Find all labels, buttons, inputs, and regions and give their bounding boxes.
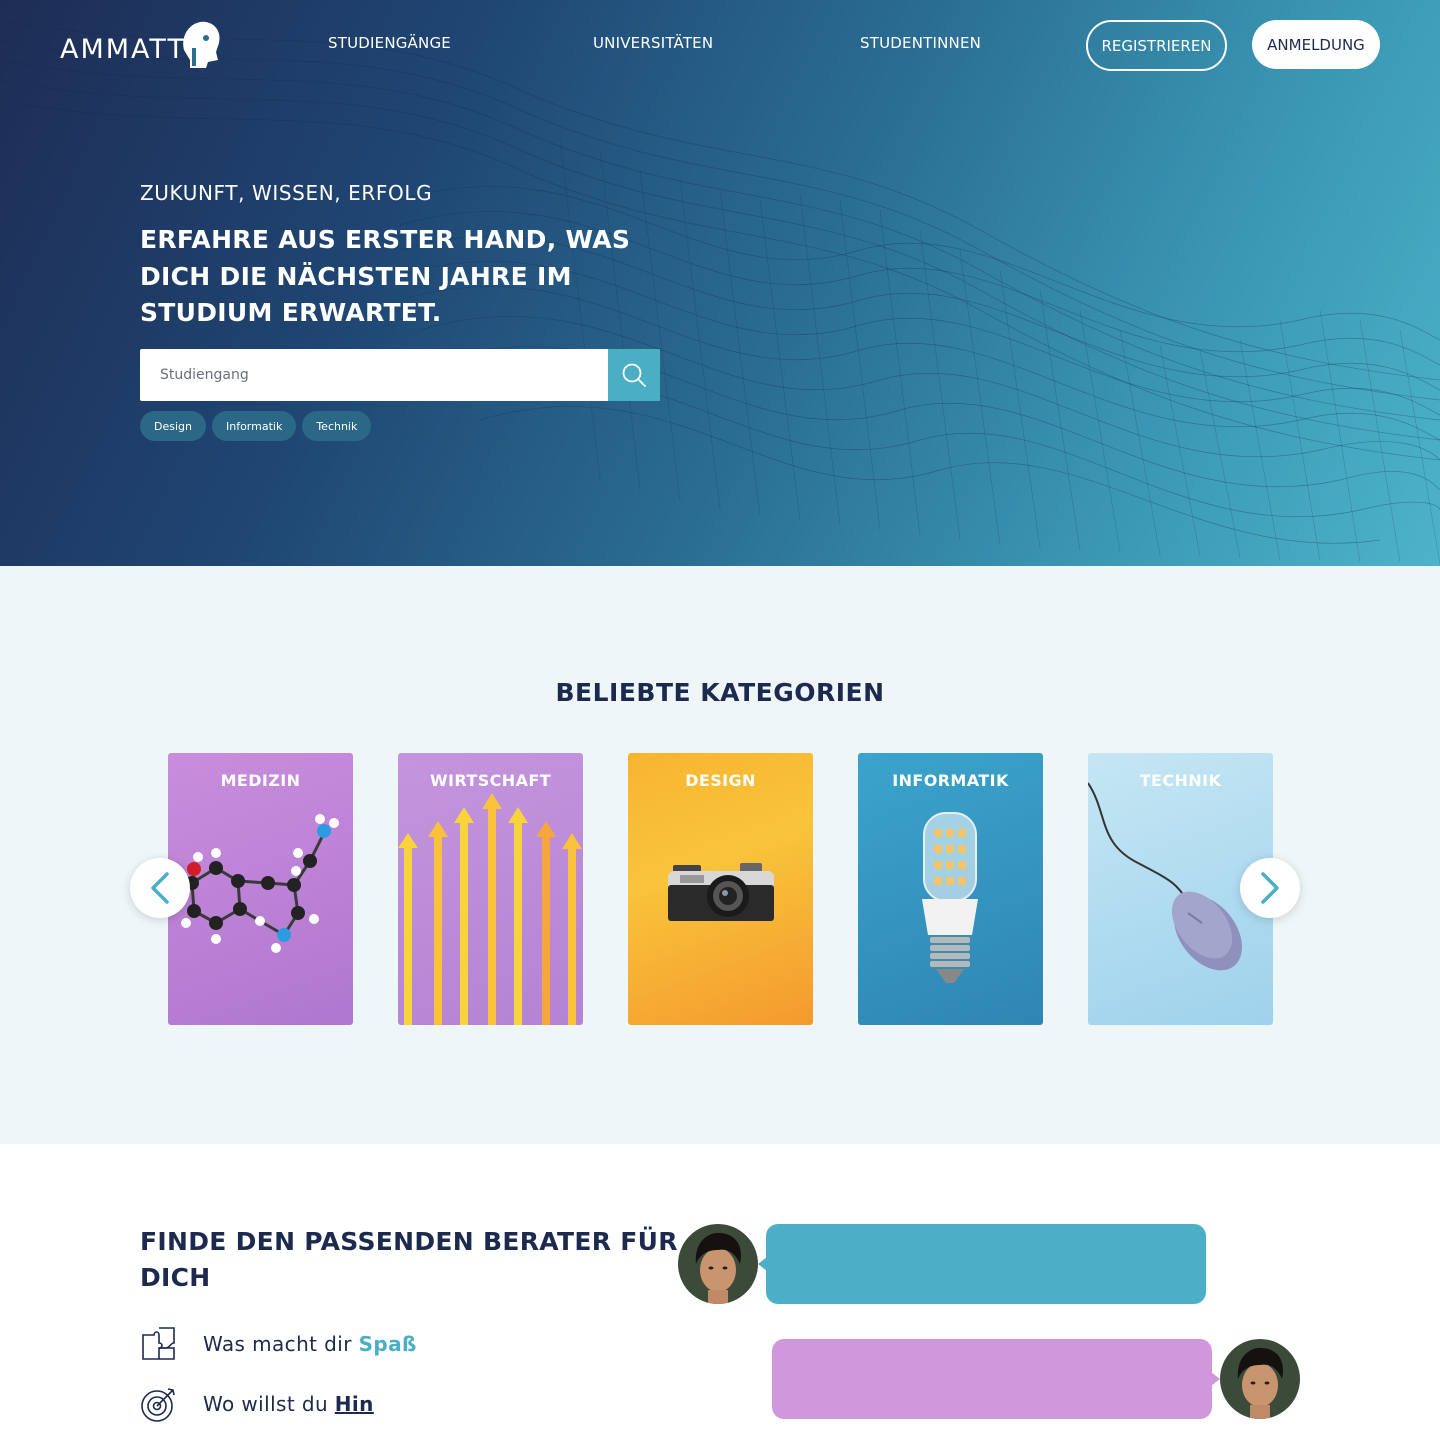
tag-technik[interactable]: Technik xyxy=(302,411,372,441)
feature-prefix: Was macht dir xyxy=(203,1332,359,1356)
search-bar xyxy=(140,349,660,401)
feature-item-goal: Wo willst du Hin xyxy=(140,1385,374,1423)
ammatti-logo[interactable]: AMMATT xyxy=(58,18,222,72)
chat-bubble-tail xyxy=(1211,1372,1220,1386)
quick-tags: Design Informatik Technik xyxy=(140,411,372,441)
category-label: DESIGN xyxy=(685,771,756,790)
logo-head-icon xyxy=(183,21,220,68)
category-label: MEDIZIN xyxy=(220,771,301,790)
search-input[interactable] xyxy=(140,349,608,401)
carousel-next-button[interactable] xyxy=(1240,858,1300,918)
feature-accent: Spaß xyxy=(358,1332,417,1356)
nav-link-studiengaenge[interactable]: STUDIENGÄNGE xyxy=(328,34,451,52)
categories-title: BELIEBTE KATEGORIEN xyxy=(555,678,885,707)
chat-bubble-teal xyxy=(766,1224,1206,1304)
person-avatar-icon xyxy=(678,1224,758,1304)
advisor-avatar[interactable] xyxy=(678,1224,758,1304)
feature-item-fun: Was macht dir Spaß xyxy=(140,1325,417,1363)
top-navigation: AMMATT STUDIENGÄNGE UNIVERSITÄTEN STUDEN… xyxy=(0,0,1440,90)
search-button[interactable] xyxy=(608,349,660,401)
register-button[interactable]: REGISTRIEREN xyxy=(1086,20,1227,71)
feature-text: Wo willst du Hin xyxy=(203,1392,374,1416)
chevron-right-icon xyxy=(1261,872,1279,904)
molecule-image xyxy=(181,814,339,953)
advisor-title: FINDE DEN PASSENDEN BERATER FÜR DICH xyxy=(140,1227,678,1292)
category-label: WIRTSCHAFT xyxy=(430,771,551,790)
categories-section: BELIEBTE KATEGORIEN MEDIZIN WIRTSCHAFT D… xyxy=(0,566,1440,1144)
category-card-design[interactable]: DESIGN xyxy=(628,753,813,1025)
category-card-informatik[interactable]: INFORMATIK xyxy=(858,753,1043,1025)
feature-prefix: Wo willst du xyxy=(203,1392,335,1416)
hero-kicker: ZUKUNFT, WISSEN, ERFOLG xyxy=(140,181,433,205)
feature-accent[interactable]: Hin xyxy=(335,1392,374,1416)
tag-design[interactable]: Design xyxy=(140,411,206,441)
hero-headline: ERFAHRE AUS ERSTER HAND, WAS DICH DIE NÄ… xyxy=(140,225,631,327)
light-bulb-image xyxy=(922,812,978,983)
nav-link-universitaeten[interactable]: UNIVERSITÄTEN xyxy=(593,34,713,52)
tag-informatik[interactable]: Informatik xyxy=(211,411,297,441)
chevron-left-icon xyxy=(151,872,169,904)
chat-bubble-purple xyxy=(772,1339,1212,1419)
category-card-wirtschaft[interactable]: WIRTSCHAFT xyxy=(398,753,583,1025)
logo-wordmark: AMMATT xyxy=(60,34,186,65)
carousel-prev-button[interactable] xyxy=(130,858,190,918)
camera-image xyxy=(668,863,774,921)
feature-text: Was macht dir Spaß xyxy=(203,1332,417,1356)
category-label: TECHNIK xyxy=(1139,771,1222,790)
target-icon xyxy=(141,1388,175,1422)
hero-section: AMMATT STUDIENGÄNGE UNIVERSITÄTEN STUDEN… xyxy=(0,0,1440,566)
arrows-up-image xyxy=(398,793,582,1025)
login-button[interactable]: ANMELDUNG xyxy=(1252,20,1380,69)
search-icon xyxy=(622,363,646,387)
nav-link-studentinnen[interactable]: STUDENTINNEN xyxy=(860,34,981,52)
student-avatar[interactable] xyxy=(1220,1339,1300,1419)
category-label: INFORMATIK xyxy=(892,771,1009,790)
person-avatar-icon xyxy=(1220,1339,1300,1419)
puzzle-icon xyxy=(142,1327,175,1360)
category-card-medizin[interactable]: MEDIZIN xyxy=(168,753,353,1025)
